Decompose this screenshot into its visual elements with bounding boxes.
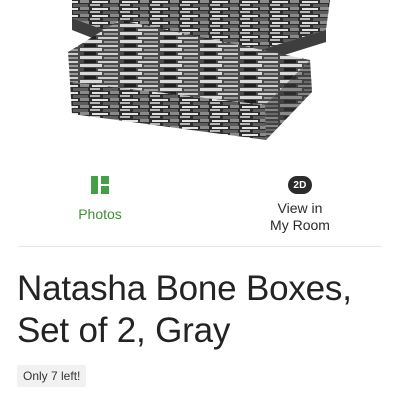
product-title: Natasha Bone Boxes, Set of 2, Gray [17,268,387,352]
view-in-label-line2: My Room [270,217,330,233]
stock-badge: Only 7 left! [17,365,87,387]
product-title-line1: Natasha Bone Boxes, [17,269,352,308]
product-title-line2: Set of 2, Gray [17,311,231,350]
photos-tab[interactable]: Photos [62,176,138,222]
photos-grid-icon [91,176,109,194]
view-in-my-room-label: View in My Room [250,200,350,234]
bone-boxes-photo [68,0,330,140]
photos-label: Photos [78,206,122,222]
product-image[interactable] [0,0,400,160]
divider [18,246,382,247]
view-in-label-line1: View in [277,200,323,216]
2d-badge-icon: 2D [288,176,312,194]
view-in-my-room-tab[interactable]: 2D View in My Room [250,176,350,234]
